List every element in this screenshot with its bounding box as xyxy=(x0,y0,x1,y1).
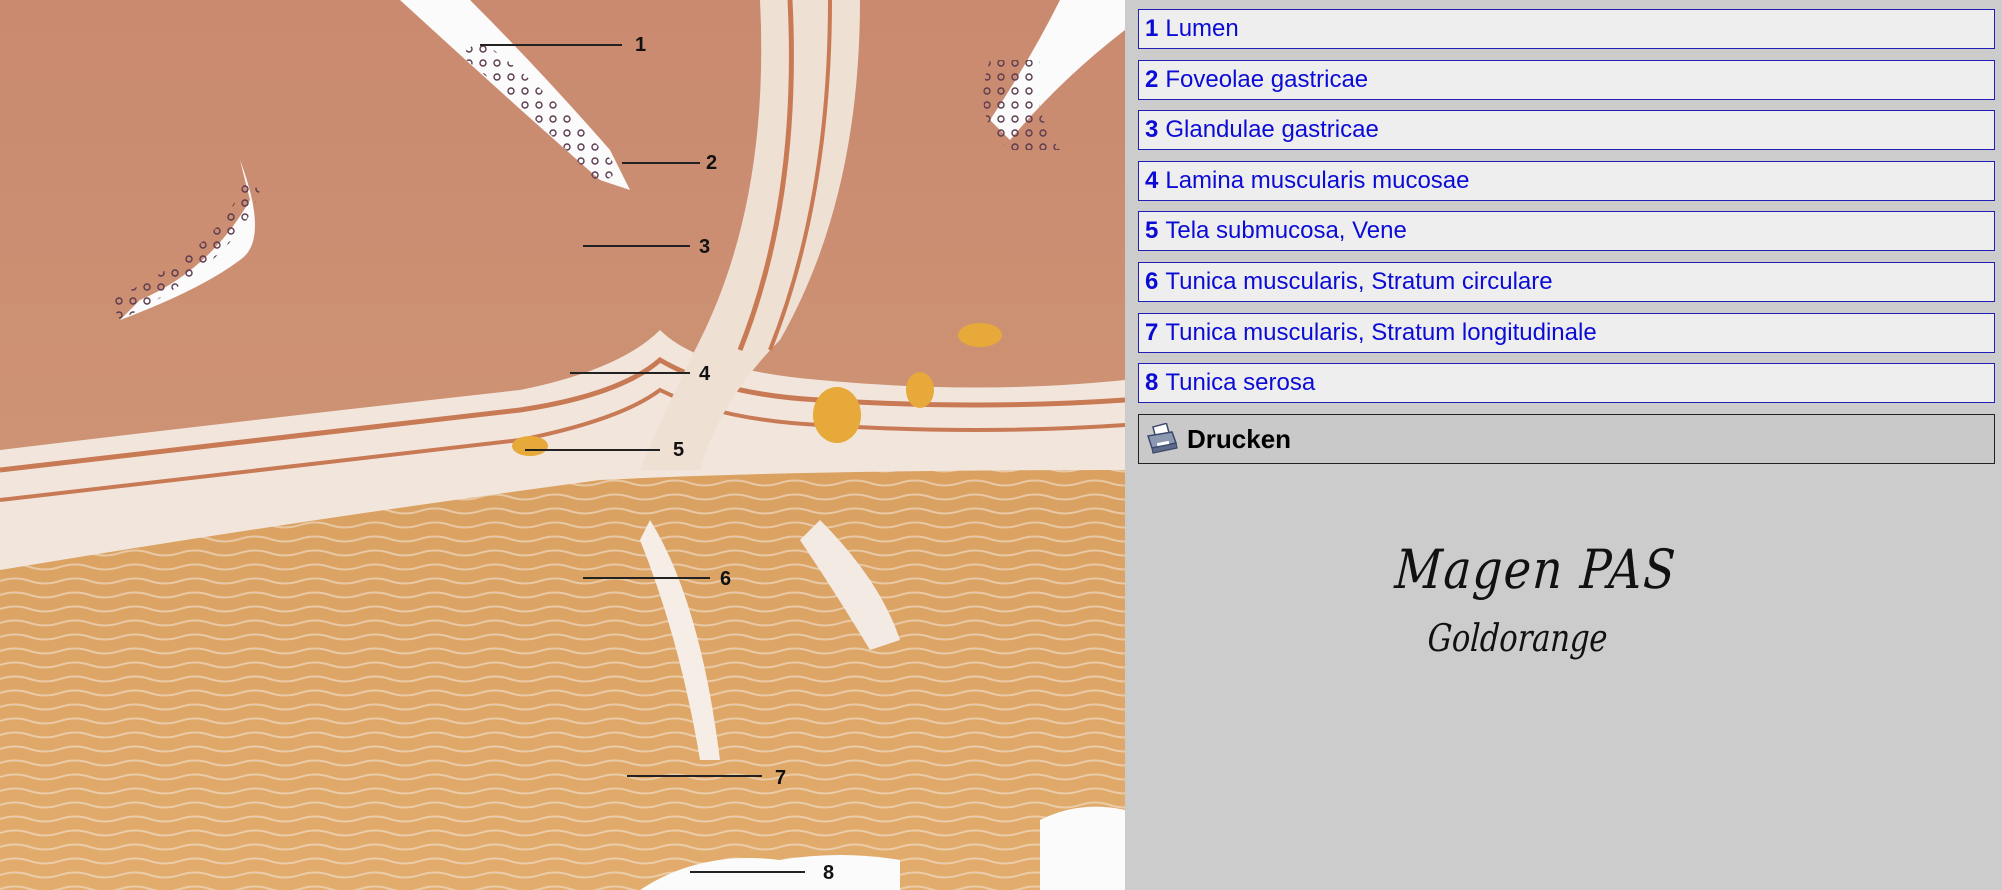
legend-number: 7 xyxy=(1145,318,1159,346)
legend-number: 1 xyxy=(1145,15,1159,42)
legend-item-stratum-longitudinale[interactable]: 7 Tunica muscularis, Stratum longitudina… xyxy=(1138,312,1995,353)
image-label-4: 4 xyxy=(699,363,711,385)
legend-label: Tunica serosa xyxy=(1165,369,1316,397)
legend-item-foveolae-gastricae[interactable]: 2 Foveolae gastricae xyxy=(1138,59,1995,100)
legend-number: 4 xyxy=(1145,166,1159,194)
note-subtitle: Goldorange xyxy=(1426,616,1609,660)
image-label-8: 8 xyxy=(823,862,834,884)
legend-label: Glandulae gastricae xyxy=(1165,116,1379,144)
legend-label: Lumen xyxy=(1165,15,1239,42)
legend-label: Foveolae gastricae xyxy=(1165,65,1369,93)
legend-label: Lamina muscularis mucosae xyxy=(1165,166,1470,194)
legend-list: 1 Lumen 2 Foveolae gastricae 3 Glandulae… xyxy=(1138,9,1995,414)
printer-icon xyxy=(1147,423,1178,454)
legend-item-lamina-muscularis-mucosae[interactable]: 4 Lamina muscularis mucosae xyxy=(1138,160,1995,201)
image-label-3: 3 xyxy=(699,236,710,258)
print-button[interactable]: Drucken xyxy=(1138,414,1995,464)
legend-item-stratum-circulare[interactable]: 6 Tunica muscularis, Stratum circulare xyxy=(1138,261,1995,302)
page: 1 2 3 4 5 6 7 8 1 Lumen 2 Foveolae gastr… xyxy=(0,0,2002,890)
image-label-6: 6 xyxy=(720,568,731,590)
legend-item-tela-submucosa[interactable]: 5 Tela submucosa, Vene xyxy=(1138,211,1995,252)
legend-panel: 1 Lumen 2 Foveolae gastricae 3 Glandulae… xyxy=(1125,0,2002,890)
legend-number: 2 xyxy=(1145,65,1159,93)
handwritten-note: Magen PAS Goldorange xyxy=(1393,538,1678,688)
image-label-5: 5 xyxy=(673,439,684,461)
print-label: Drucken xyxy=(1187,423,1292,454)
legend-item-lumen[interactable]: 1 Lumen xyxy=(1138,9,1995,49)
note-title: Magen PAS xyxy=(1393,538,1679,601)
image-label-1: 1 xyxy=(635,34,646,56)
legend-label: Tunica muscularis, Stratum circulare xyxy=(1165,267,1553,295)
legend-number: 5 xyxy=(1145,217,1159,245)
legend-number: 6 xyxy=(1145,267,1159,295)
legend-item-tunica-serosa[interactable]: 8 Tunica serosa xyxy=(1138,363,1995,404)
histology-image: 1 2 3 4 5 6 7 8 xyxy=(0,0,1125,890)
image-label-7: 7 xyxy=(775,767,786,789)
image-label-2: 2 xyxy=(706,152,717,174)
legend-item-glandulae-gastricae[interactable]: 3 Glandulae gastricae xyxy=(1138,110,1995,151)
stomach-section-image: 1 2 3 4 5 6 7 8 xyxy=(0,0,1125,890)
legend-number: 8 xyxy=(1145,369,1159,397)
legend-number: 3 xyxy=(1145,116,1159,144)
legend-label: Tunica muscularis, Stratum longitudinale xyxy=(1165,318,1597,346)
legend-label: Tela submucosa, Vene xyxy=(1165,217,1407,245)
